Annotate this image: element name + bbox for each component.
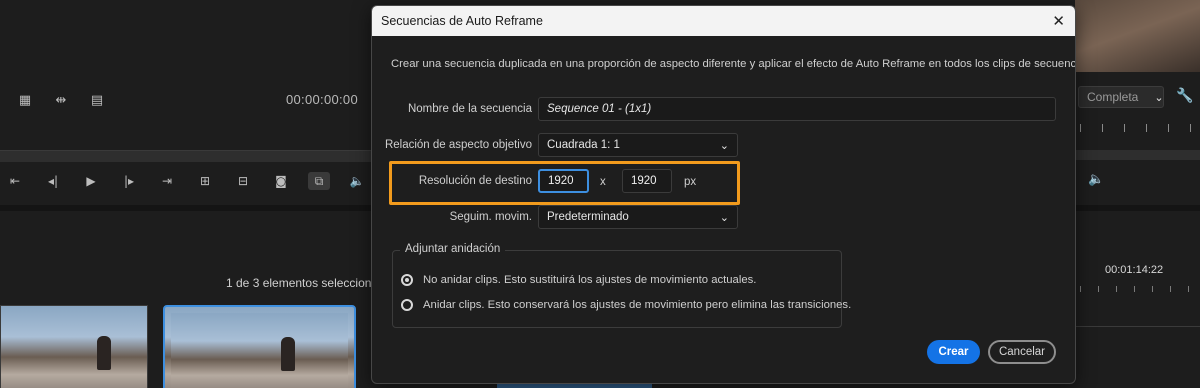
clip-thumbnail-image [171, 313, 348, 388]
dialog-title: Secuencias de Auto Reframe [381, 14, 543, 28]
time-ruler [1080, 124, 1200, 132]
clip-thumbnail-selected[interactable] [163, 305, 356, 388]
volume-icon[interactable]: 🔈 [346, 172, 368, 190]
panel-divider [1075, 205, 1200, 211]
overlay-icon[interactable]: ▤ [86, 91, 108, 109]
timeline-timecode: 00:01:14:22 [1105, 264, 1164, 276]
motion-tracking-select[interactable]: Predeterminado ⌄ [538, 205, 738, 229]
chevron-down-icon: ⌄ [1154, 90, 1164, 104]
resolution-height-input[interactable]: 1920 [622, 169, 672, 193]
volume-icon[interactable]: 🔈 [1088, 172, 1104, 187]
motion-tracking-value: Predeterminado [547, 211, 629, 223]
source-scrub-bar[interactable] [0, 150, 372, 162]
wrench-icon[interactable]: 🔧 [1176, 88, 1193, 104]
aspect-ratio-value: Cuadrada 1: 1 [547, 139, 620, 151]
dialog-titlebar: Secuencias de Auto Reframe ✕ [372, 6, 1075, 36]
radio-selected-icon[interactable] [401, 274, 413, 286]
playback-resolution-value: Completa [1087, 90, 1139, 104]
program-scrub-bar[interactable] [1075, 150, 1200, 160]
cancel-button[interactable]: Cancelar [988, 340, 1056, 364]
go-to-in-icon[interactable]: ⇤ [4, 172, 26, 190]
film-icon[interactable]: ▦ [14, 91, 36, 109]
audio-waveform-icon[interactable]: ⇹ [50, 91, 72, 109]
sequence-name-label: Nombre de la secuencia [407, 103, 532, 115]
radio-nest-label: Anidar clips. Esto conservará los ajuste… [423, 299, 852, 311]
radio-nest[interactable]: Anidar clips. Esto conservará los ajuste… [401, 299, 851, 311]
motion-tracking-label: Seguim. movim. [449, 211, 532, 223]
selection-count: 1 de 3 elementos seleccionado [226, 276, 392, 290]
dialog-description: Crear una secuencia duplicada en una pro… [391, 58, 1076, 70]
resolution-width-input[interactable]: 1920 [538, 169, 589, 193]
playback-resolution-select[interactable]: Completa ⌄ [1078, 86, 1164, 108]
skater-figure [97, 336, 111, 370]
play-icon[interactable]: ▶ [80, 172, 102, 190]
overwrite-icon[interactable]: ⊟ [232, 172, 254, 190]
track-divider [1075, 326, 1200, 327]
create-button[interactable]: Crear [927, 340, 980, 364]
close-icon[interactable]: ✕ [1052, 12, 1065, 30]
resolution-width-value: 1920 [548, 175, 574, 187]
aspect-ratio-select[interactable]: Cuadrada 1: 1 ⌄ [538, 133, 738, 157]
radio-no-nest[interactable]: No anidar clips. Esto sustituirá los aju… [401, 274, 756, 286]
go-to-out-icon[interactable]: ⇥ [156, 172, 178, 190]
nesting-groupbox [392, 250, 842, 328]
resolution-unit: px [684, 176, 697, 188]
resolution-separator: x [600, 176, 606, 188]
aspect-ratio-label: Relación de aspecto objetivo [384, 139, 532, 151]
resolution-height-value: 1920 [631, 175, 657, 187]
auto-reframe-dialog: Secuencias de Auto Reframe ✕ Crear una s… [371, 5, 1076, 384]
step-forward-icon[interactable]: |▸ [118, 172, 140, 190]
step-back-icon[interactable]: ◂| [42, 172, 64, 190]
reframe-icon[interactable]: ⧉ [308, 172, 330, 190]
sequence-name-value: Sequence 01 - (1x1) [547, 103, 652, 115]
chevron-down-icon: ⌄ [719, 210, 729, 224]
radio-no-nest-label: No anidar clips. Esto sustituirá los aju… [423, 274, 757, 286]
camera-icon[interactable]: ◙ [270, 172, 292, 190]
chevron-down-icon: ⌄ [719, 138, 729, 152]
radio-unselected-icon[interactable] [401, 299, 413, 311]
insert-icon[interactable]: ⊞ [194, 172, 216, 190]
clip-thumbnail[interactable] [0, 305, 148, 388]
nesting-group-label: Adjuntar anidación [400, 243, 506, 255]
transport-controls: ⇤ ◂| ▶ |▸ ⇥ ⊞ ⊟ ◙ ⧉ 🔈 [0, 166, 368, 196]
panel-divider [0, 205, 372, 211]
sequence-name-input[interactable]: Sequence 01 - (1x1) [538, 97, 1056, 121]
source-timecode: 00:00:00:00 [286, 92, 358, 107]
skater-figure [281, 337, 295, 371]
timeline-ruler [1080, 286, 1200, 292]
program-video-frame [1075, 0, 1200, 72]
resolution-label: Resolución de destino [418, 175, 532, 187]
source-toolbar: ▦ ⇹ ▤ [0, 84, 108, 116]
